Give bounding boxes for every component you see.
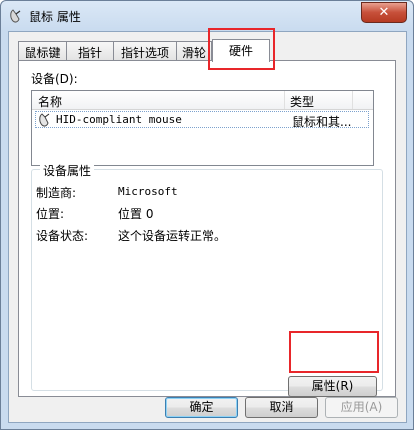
tab-label: 鼠标键 [24,46,61,60]
list-header: 名称 类型 [32,91,373,110]
button-label: 确定 [189,400,214,414]
properties-button[interactable]: 属性(R) [288,376,377,397]
mouse-icon [10,9,21,23]
close-icon: ✕ [378,5,390,20]
button-label: 属性(R) [311,379,354,393]
close-button[interactable]: ✕ [361,2,407,23]
column-header-name[interactable]: 名称 [38,93,62,110]
devices-label: 设备(D): [31,72,78,86]
device-list[interactable]: 名称 类型 HID-compliant mouse 鼠标和其... [31,90,374,166]
tab-hardware[interactable]: 硬件 [212,39,270,62]
button-label: 应用(A) [340,400,383,414]
apply-button[interactable]: 应用(A) [325,397,398,418]
manufacturer-value: Microsoft [118,185,178,198]
tab-pointer-options[interactable]: 指针选项 [113,41,177,60]
tab-label: 硬件 [228,44,253,58]
device-status-value: 这个设备运转正常。 [118,229,227,243]
tab-pointers[interactable]: 指针 [66,41,114,60]
tab-label: 指针 [77,46,102,60]
column-divider[interactable] [284,91,285,109]
button-label: 取消 [269,400,294,414]
device-type: 鼠标和其... [292,115,352,129]
location-value: 位置 0 [118,207,154,221]
device-status-label: 设备状态: [36,229,89,243]
tab-label: 滑轮 [181,46,206,60]
tab-label: 指针选项 [120,46,169,60]
tab-wheel[interactable]: 滑轮 [176,41,212,60]
group-title: 设备属性 [40,162,95,179]
device-name: HID-compliant mouse [56,113,182,126]
cancel-button[interactable]: 取消 [245,397,318,418]
column-divider[interactable] [352,91,353,109]
location-label: 位置: [36,207,65,221]
ok-button[interactable]: 确定 [165,397,238,418]
window-title: 鼠标 属性 [29,10,81,24]
mouse-device-icon [39,113,50,127]
column-header-type[interactable]: 类型 [290,93,314,110]
title-bar[interactable]: 鼠标 属性 ✕ [1,1,413,31]
properties-button-highlight [289,331,379,373]
device-row[interactable]: HID-compliant mouse 鼠标和其... [35,111,369,129]
manufacturer-label: 制造商: [36,186,77,200]
tab-mouse-buttons[interactable]: 鼠标键 [18,41,67,60]
